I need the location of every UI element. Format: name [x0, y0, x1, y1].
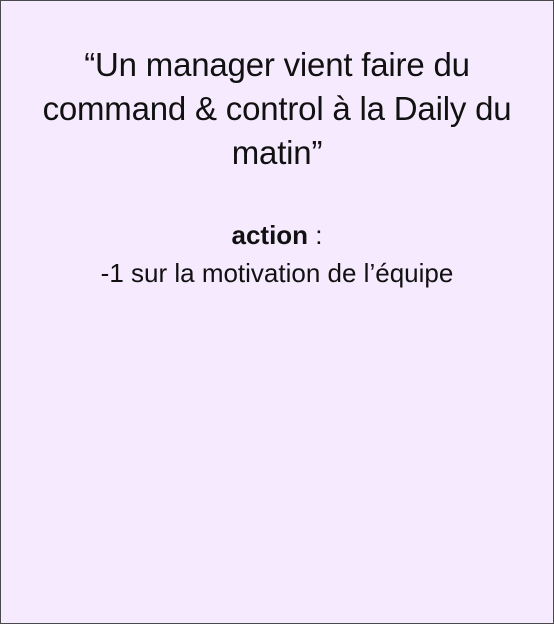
action-line: action :	[1, 217, 553, 253]
action-separator: :	[308, 220, 323, 250]
card-quote: “Un manager vient faire du command & con…	[42, 46, 512, 171]
action-label: action	[231, 220, 309, 250]
action-effect: -1 sur la motivation de l’équipe	[100, 258, 454, 288]
event-card: “Un manager vient faire du command & con…	[0, 0, 554, 624]
